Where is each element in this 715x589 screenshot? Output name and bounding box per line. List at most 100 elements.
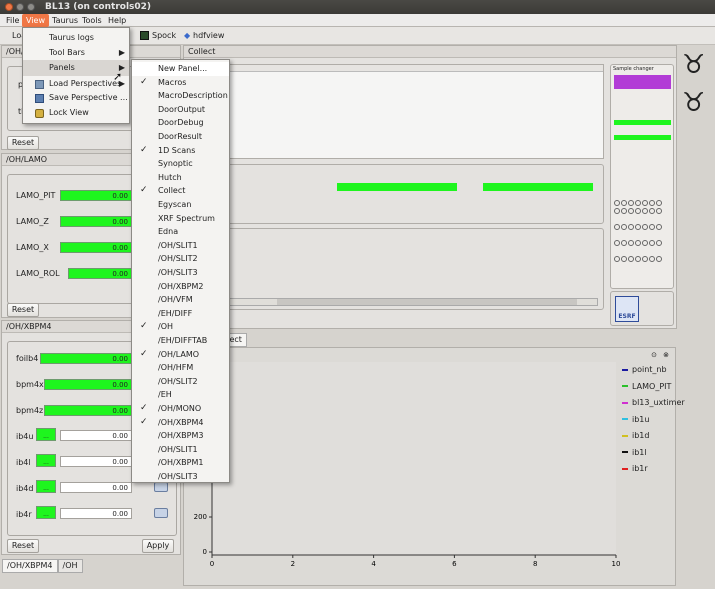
legend-entry[interactable]: bl13_uxtimer: [622, 397, 685, 409]
submenu-arrow-icon: ▶: [118, 48, 125, 57]
ib4d-label: ib4d: [16, 484, 34, 493]
panel-menu-item[interactable]: /OH/SLIT3: [132, 266, 229, 280]
panel-menu-item[interactable]: ✓ 1D Scans: [132, 144, 229, 158]
panel-menu-item-label: XRF Spectrum: [158, 213, 215, 223]
lamo-pit-label: LAMO_PIT: [16, 191, 56, 200]
panel-menu-item[interactable]: /OH/XBPM3: [132, 429, 229, 443]
collect-panel: Collect Sample changer ESRF: [183, 45, 677, 329]
xbpm4-reset-button[interactable]: Reset: [7, 539, 39, 553]
panel-menu-item[interactable]: Synoptic: [132, 157, 229, 171]
legend-entry[interactable]: ib1d: [622, 430, 649, 442]
panel-menu-item-label: DoorResult: [158, 132, 202, 141]
legend-label: ib1l: [632, 447, 647, 457]
tab-oh[interactable]: /OH: [57, 559, 83, 573]
panel-menu-item[interactable]: ✓ /OH/XBPM4: [132, 416, 229, 430]
panel-menu-item[interactable]: /OH/HFM: [132, 361, 229, 375]
panel-menu-item[interactable]: Egyscan: [132, 198, 229, 212]
window-title: BL13 (on controls02): [45, 2, 152, 12]
panel-menu-item[interactable]: /EH: [132, 388, 229, 402]
foilb4-value: 0.00: [40, 353, 132, 364]
panel-menu-item[interactable]: /OH/SLIT2: [132, 375, 229, 389]
panel-menu-item[interactable]: DoorResult: [132, 130, 229, 144]
lamo-rol-value: 0.00: [68, 268, 132, 279]
esrf-logo: ESRF: [615, 296, 639, 322]
ib4l-value[interactable]: 0.00: [60, 456, 132, 467]
menu-view[interactable]: View: [22, 14, 49, 27]
hdfview-icon: ◆: [184, 31, 191, 40]
menu-item-taurus-logs[interactable]: Taurus logs: [23, 30, 129, 46]
legend-entry[interactable]: LAMO_PIT: [622, 381, 671, 393]
panel-menu-item[interactable]: /OH/XBPM2: [132, 280, 229, 294]
menu-item-lock-view[interactable]: Lock View: [23, 105, 129, 121]
sample-changer-box: Sample changer: [610, 64, 674, 289]
panel-menu-item-label: /OH/XBPM1: [158, 458, 204, 468]
panel-menu-item-label: /OH/LAMO: [158, 349, 200, 359]
legend-swatch: [622, 467, 628, 470]
panel-menu-item[interactable]: New Panel...: [132, 62, 229, 76]
lock-view-label: Lock View: [49, 108, 89, 117]
panel-menu-item-label: /OH/SLIT1: [158, 240, 198, 250]
hdfview-button[interactable]: hdfview: [193, 31, 224, 40]
panel-menu-item-label: Synoptic: [158, 159, 193, 169]
checkmark-icon: ✓: [140, 403, 148, 413]
panel-menu-item-label: New Panel...: [158, 64, 208, 73]
panel-menu-item[interactable]: /OH/VFM: [132, 293, 229, 307]
panel-menu-item[interactable]: Hutch: [132, 171, 229, 185]
lamo-z-value: 0.00: [60, 216, 132, 227]
foilb4-label: foilb4: [16, 354, 39, 363]
panel-menu-item[interactable]: ✓ /OH: [132, 320, 229, 334]
float-panel-icon[interactable]: ⊙: [651, 351, 657, 359]
lamo-rol-label: LAMO_ROL: [16, 269, 60, 278]
lock-icon: [35, 109, 44, 118]
plot-panel: ⊙ ⊗: [183, 347, 676, 586]
menu-help[interactable]: Help: [104, 14, 130, 27]
oh-reset-button[interactable]: Reset: [7, 136, 39, 150]
panel-menu-item[interactable]: Edna: [132, 225, 229, 239]
legend-entry[interactable]: ib1u: [622, 414, 649, 426]
ib4l-label: ib4l: [16, 458, 31, 467]
panel-menu-item[interactable]: /OH/XBPM1: [132, 456, 229, 470]
save-icon: [35, 94, 44, 103]
menu-taurus[interactable]: Taurus: [48, 14, 82, 27]
menu-file[interactable]: File: [2, 14, 23, 27]
ib4r-config-icon[interactable]: [154, 508, 168, 518]
panel-menu-item-label: /EH/DIFF: [158, 308, 193, 318]
minimize-window-icon[interactable]: [16, 3, 24, 11]
panels-submenu: New Panel... ✓ Macros MacroDescription DoorO…: [131, 59, 230, 483]
ib4d-value[interactable]: 0.00: [60, 482, 132, 493]
panel-menu-item[interactable]: ✓ /OH/MONO: [132, 402, 229, 416]
tool-bars-label: Tool Bars: [49, 48, 85, 57]
panel-menu-item[interactable]: DoorDebug: [132, 116, 229, 130]
panel-menu-item[interactable]: /OH/SLIT1: [132, 443, 229, 457]
xbpm4-apply-button[interactable]: Apply: [142, 539, 174, 553]
close-window-icon[interactable]: [5, 3, 13, 11]
panel-menu-item[interactable]: MacroDescription: [132, 89, 229, 103]
legend-entry[interactable]: ib1r: [622, 463, 648, 475]
menu-tools[interactable]: Tools: [78, 14, 106, 27]
spock-button[interactable]: Spock: [152, 31, 176, 40]
panel-menu-item[interactable]: /EH/DIFFTAB: [132, 334, 229, 348]
menu-item-tool-bars[interactable]: Tool Bars ▶: [23, 45, 129, 61]
lamo-reset-button[interactable]: Reset: [7, 303, 39, 317]
panel-menu-item[interactable]: ✓ Macros: [132, 76, 229, 90]
panel-menu-item[interactable]: /OH/SLIT3: [132, 470, 229, 484]
panel-menu-item[interactable]: XRF Spectrum: [132, 212, 229, 226]
panel-menu-item[interactable]: /OH/SLIT2: [132, 252, 229, 266]
panel-menu-item[interactable]: /EH/DIFF: [132, 307, 229, 321]
terminal-icon: [140, 31, 149, 40]
panel-menu-item-label: /OH/XBPM2: [158, 281, 204, 291]
legend-entry[interactable]: ib1l: [622, 447, 647, 459]
ib4r-value[interactable]: 0.00: [60, 508, 132, 519]
ib4u-value[interactable]: 0.00: [60, 430, 132, 441]
panel-menu-item[interactable]: ✓ /OH/LAMO: [132, 348, 229, 362]
legend-entry[interactable]: point_nb: [622, 364, 667, 376]
tab-oh-xbpm4[interactable]: /OH/XBPM4: [2, 559, 58, 573]
menu-item-save-perspective[interactable]: Save Perspective ...: [23, 90, 129, 106]
maximize-window-icon[interactable]: [27, 3, 35, 11]
panel-menu-item[interactable]: /OH/SLIT1: [132, 239, 229, 253]
panel-menu-item[interactable]: DoorOutput: [132, 103, 229, 117]
close-panel-icon[interactable]: ⊗: [663, 351, 669, 359]
checkmark-icon: ✓: [140, 144, 148, 155]
panel-menu-item-label: /OH/SLIT3: [158, 268, 198, 277]
panel-menu-item[interactable]: ✓ Collect: [132, 184, 229, 198]
